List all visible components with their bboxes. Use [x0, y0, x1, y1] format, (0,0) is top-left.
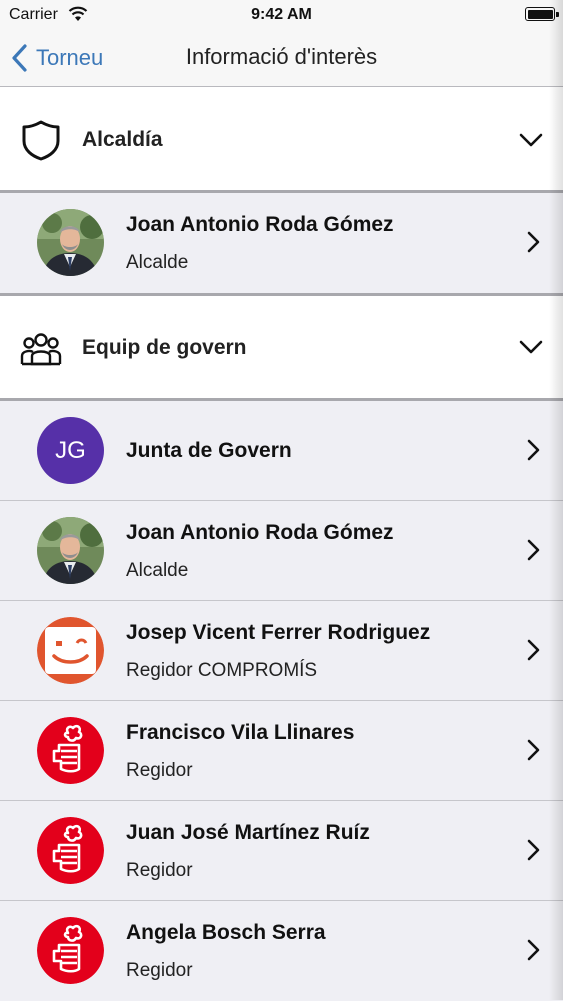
- person-name: Joan Antonio Roda Gómez: [126, 521, 394, 544]
- chevron-right-icon: [527, 639, 540, 661]
- compromis-logo: [37, 617, 104, 684]
- avatar: [37, 517, 104, 584]
- chevron-right-icon: [527, 539, 540, 561]
- item-name: Junta de Govern: [126, 439, 292, 462]
- section-title: Equip de govern: [82, 336, 247, 359]
- person-name: Joan Antonio Roda Gómez: [126, 213, 394, 236]
- psoe-logo: [37, 717, 104, 784]
- list-item[interactable]: Josep Vicent Ferrer Rodriguez Regidor CO…: [0, 601, 563, 701]
- person-name: Francisco Vila Llinares: [126, 721, 355, 744]
- page-title: Informació d'interès: [185, 44, 378, 69]
- list-item[interactable]: Joan Antonio Roda Gómez Alcalde: [0, 501, 563, 601]
- section-title: Alcaldía: [82, 128, 163, 151]
- chevron-down-icon: [519, 133, 543, 147]
- list-item[interactable]: Francisco Vila Llinares Regidor: [0, 701, 563, 801]
- person-role: Alcalde: [126, 560, 189, 581]
- chevron-right-icon: [527, 939, 540, 961]
- navigation-bar: Torneu Informació d'interès: [0, 30, 563, 87]
- chevron-right-icon: [527, 739, 540, 761]
- avatar: [37, 209, 104, 276]
- person-name: Juan José Martínez Ruíz: [126, 821, 370, 844]
- list-item[interactable]: JG Junta de Govern: [0, 401, 563, 501]
- avatar-initials: JG: [55, 436, 86, 464]
- battery-icon: [525, 7, 559, 21]
- list-item[interactable]: Juan José Martínez Ruíz Regidor: [0, 801, 563, 901]
- list-item[interactable]: Joan Antonio Roda Gómez Alcalde: [0, 193, 563, 296]
- person-name: Angela Bosch Serra: [126, 921, 326, 944]
- chevron-down-icon: [519, 340, 543, 354]
- chevron-right-icon: [527, 231, 540, 253]
- group-icon: [20, 333, 62, 366]
- status-bar: Carrier 9:42 AM: [0, 0, 563, 30]
- list-item[interactable]: Angela Bosch Serra Regidor: [0, 901, 563, 1001]
- shield-icon: [22, 120, 60, 161]
- section-header-alcaldia[interactable]: Alcaldía: [0, 87, 563, 193]
- person-name: Josep Vicent Ferrer Rodriguez: [126, 621, 431, 644]
- avatar: JG: [37, 417, 104, 484]
- chevron-right-icon: [527, 439, 540, 461]
- psoe-logo: [37, 917, 104, 984]
- person-role: Alcalde: [126, 252, 189, 273]
- clock: 9:42 AM: [251, 6, 312, 23]
- person-role: Regidor: [126, 860, 193, 881]
- person-role: Regidor: [126, 960, 193, 981]
- person-role: Regidor: [126, 760, 193, 781]
- chevron-right-icon: [527, 839, 540, 861]
- psoe-logo: [37, 817, 104, 884]
- section-header-equip-de-govern[interactable]: Equip de govern: [0, 296, 563, 401]
- person-role: Regidor COMPROMÍS: [126, 660, 318, 681]
